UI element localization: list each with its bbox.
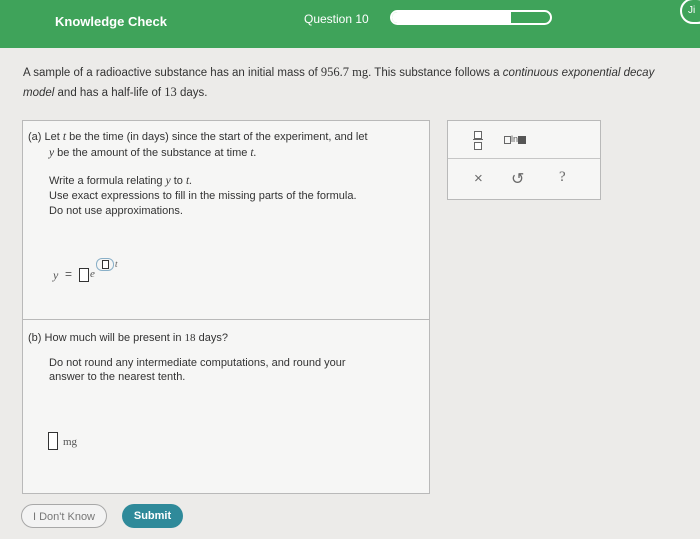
part-a-line-4: Use exact expressions to fill in the mis… — [49, 190, 357, 202]
formula-e: e — [90, 268, 95, 280]
initial-mass-value: 956.7 — [320, 65, 350, 79]
user-initials: Ji — [688, 5, 696, 16]
part-a-line-1: (a) Let t be the time (in days) since th… — [28, 131, 368, 143]
formula-equals: = — [65, 267, 73, 281]
part-a-line-2: y be the amount of the substance at time… — [49, 147, 257, 159]
half-life-value: 13 — [164, 85, 177, 99]
formula-input: y = e t — [53, 258, 173, 288]
problem-statement: A sample of a radioactive substance has … — [23, 63, 700, 103]
part-a-line-5: Do not use approximations. — [49, 205, 183, 217]
problem-text-1: A sample of a radioactive substance has … — [23, 67, 321, 79]
ln-text: ln — [511, 134, 519, 144]
clear-icon[interactable]: × — [474, 170, 483, 187]
help-icon[interactable]: ? — [559, 169, 566, 186]
question-box: (a) Let t be the time (in days) since th… — [22, 120, 430, 494]
part-a-label: (a) — [28, 131, 42, 143]
coefficient-input[interactable] — [79, 268, 89, 282]
part-b-text: How much will be present in — [44, 332, 185, 344]
part-a-text: be the amount of the substance at time — [57, 147, 248, 159]
progress-fill — [392, 12, 511, 23]
part-b-label: (b) — [28, 332, 42, 344]
var-y: y — [165, 175, 171, 187]
part-a-text: to — [173, 175, 183, 187]
formula-y: y — [53, 268, 59, 282]
model-word: model — [23, 87, 55, 99]
exponent-blank[interactable] — [102, 260, 109, 269]
submit-button[interactable]: Submit — [122, 504, 183, 528]
mass-unit: mg — [349, 65, 369, 79]
part-b-instruction-1: Do not round any intermediate computatio… — [49, 357, 346, 369]
part-a-text: be the time (in days) since the start of… — [69, 131, 368, 143]
ln-icon[interactable]: ln — [504, 134, 527, 144]
answer-unit: mg — [63, 436, 78, 448]
math-toolbox: ln × ↺ ? — [447, 120, 601, 200]
toolbox-divider — [448, 158, 600, 159]
part-b-instruction-2: answer to the nearest tenth. — [49, 371, 186, 383]
part-a-text: Let — [44, 131, 60, 143]
var-t: t — [62, 131, 67, 143]
part-a-text: Write a formula relating — [49, 175, 163, 187]
top-bar: Knowledge Check Question 10 Ji — [0, 0, 700, 48]
exponent-input[interactable] — [96, 258, 114, 271]
part-b-text: days? — [195, 332, 228, 344]
part-a-section: (a) Let t be the time (in days) since th… — [23, 121, 429, 320]
user-avatar[interactable]: Ji — [680, 0, 700, 24]
model-name: continuous exponential decay — [502, 67, 655, 79]
fraction-icon[interactable] — [473, 130, 483, 150]
part-b-section: (b) How much will be present in 18 days?… — [23, 320, 429, 493]
part-b-question: (b) How much will be present in 18 days? — [28, 332, 228, 344]
dont-know-button[interactable]: I Don't Know — [21, 504, 107, 528]
formula-t: t — [115, 259, 118, 269]
part-a-line-3: Write a formula relating y to t. — [49, 175, 192, 187]
problem-text-2: . This substance follows a — [368, 67, 503, 79]
var-t-end: t. — [250, 147, 257, 159]
problem-text-4: days. — [176, 87, 208, 99]
days-value: 18 — [184, 332, 196, 344]
var-t-end: t. — [186, 175, 193, 187]
answer-input[interactable] — [48, 432, 58, 450]
var-y: y — [49, 147, 55, 159]
question-number-label: Question 10 — [304, 12, 369, 26]
undo-icon[interactable]: ↺ — [511, 169, 524, 189]
knowledge-check-title: Knowledge Check — [55, 14, 167, 29]
problem-text-3: and has a half-life of — [54, 87, 165, 99]
progress-bar — [390, 10, 552, 25]
